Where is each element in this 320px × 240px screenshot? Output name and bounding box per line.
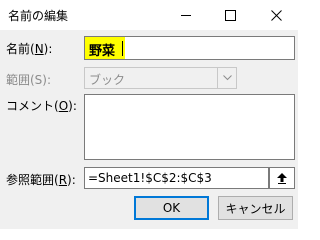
scope-value: ブック [89, 73, 126, 87]
name-label-end: ): [43, 42, 53, 56]
comment-textarea[interactable] [84, 94, 295, 160]
name-label: 名前(N): [6, 40, 52, 57]
collapse-arrow-icon [277, 172, 287, 184]
edit-name-dialog: 名前の編集 名前(N): 野菜 範囲(S): ブック コメント(O): 参照範囲… [0, 0, 298, 229]
name-label-accel: N [34, 42, 44, 56]
collapse-dialog-button[interactable] [269, 167, 295, 189]
title-bar: 名前の編集 [0, 0, 298, 30]
maximize-button[interactable] [208, 0, 252, 30]
refers-to-label-text: 参照範囲( [6, 173, 59, 187]
minimize-button[interactable] [164, 0, 208, 30]
refers-to-label: 参照範囲(R): [6, 171, 76, 188]
maximize-icon [224, 9, 236, 21]
close-button[interactable] [254, 0, 298, 30]
ok-button[interactable]: OK [134, 196, 209, 220]
refers-to-label-end: ): [67, 173, 76, 187]
name-input[interactable]: 野菜 [84, 36, 295, 60]
minimize-icon [181, 14, 191, 16]
scope-select[interactable]: ブック [84, 67, 237, 89]
comment-label: コメント(O): [6, 97, 77, 114]
text-caret [122, 41, 123, 56]
chevron-down-icon [222, 75, 232, 81]
scope-dropdown-button[interactable] [217, 68, 236, 88]
name-label-text: 名前( [6, 42, 35, 56]
refers-to-label-accel: R [58, 173, 68, 187]
close-icon [270, 9, 282, 21]
scope-label: 範囲(S): [6, 73, 52, 87]
name-value: 野菜 [89, 44, 116, 59]
comment-label-end: ): [68, 99, 77, 113]
comment-label-text: コメント( [6, 99, 59, 113]
comment-label-accel: O [58, 99, 69, 113]
cancel-button[interactable]: キャンセル [218, 196, 293, 220]
refers-to-value: =Sheet1!$C$2:$C$3 [88, 171, 212, 185]
dialog-title: 名前の編集 [8, 9, 69, 23]
refers-to-input[interactable]: =Sheet1!$C$2:$C$3 [84, 167, 269, 189]
